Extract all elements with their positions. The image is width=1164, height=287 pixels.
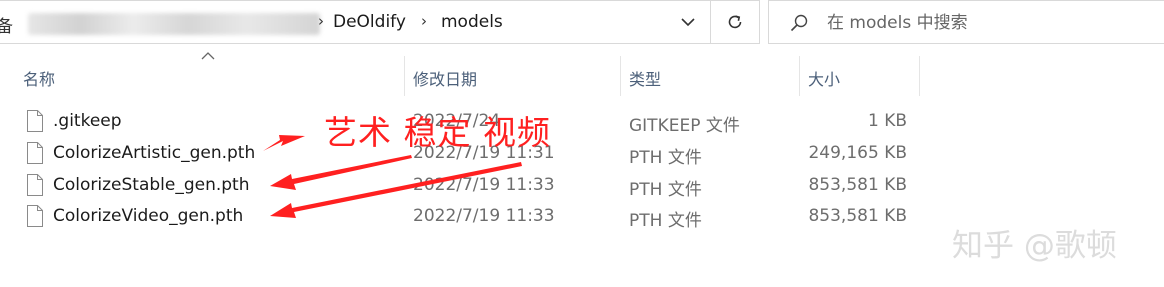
annotation-arrow-icon: [270, 155, 412, 190]
annotation-arrow-icon: [270, 162, 522, 218]
watermark: 知乎 @歌顿: [952, 228, 1117, 264]
annotation-arrow-icon: [263, 135, 305, 151]
